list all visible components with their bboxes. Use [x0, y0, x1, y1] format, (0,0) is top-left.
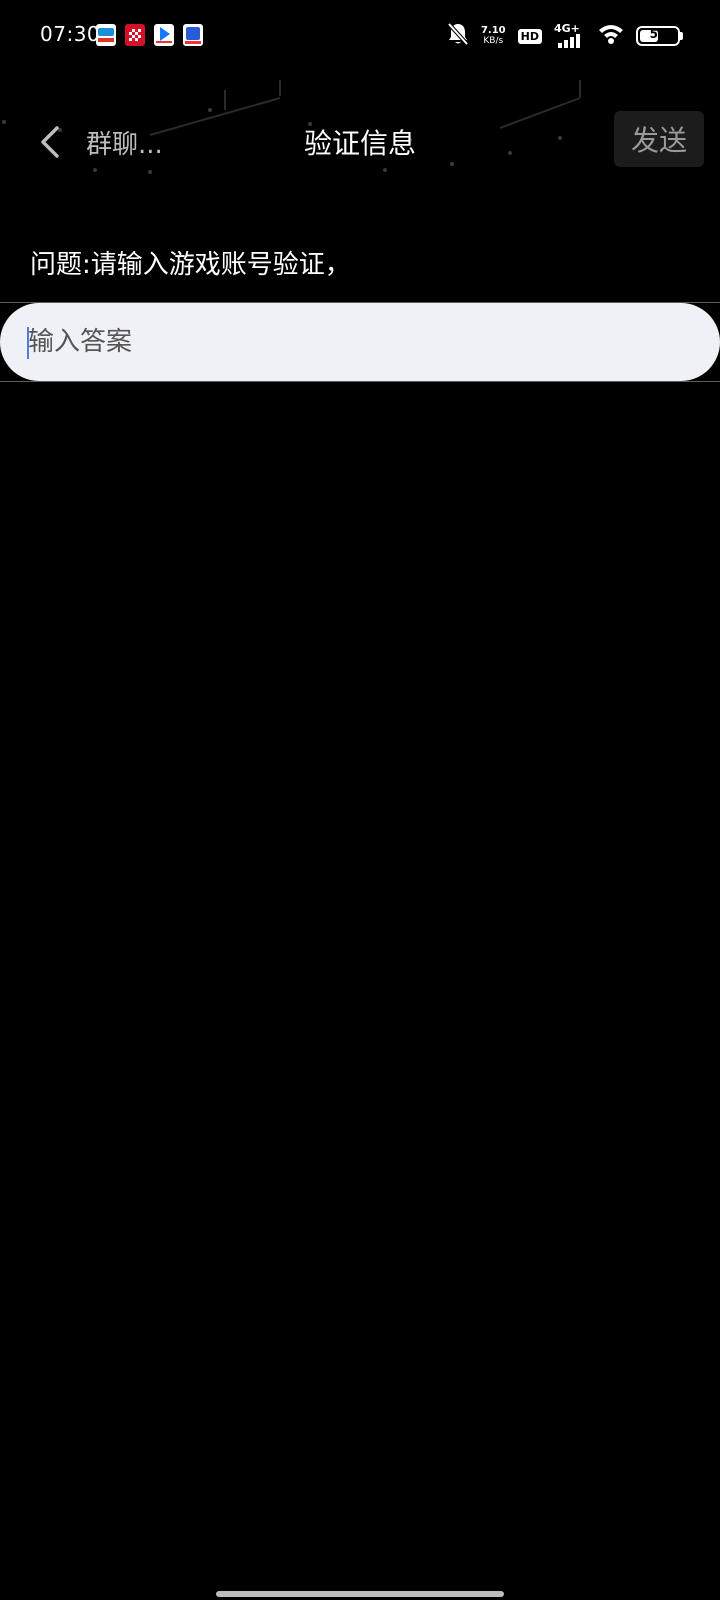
bell-off-icon — [447, 22, 469, 50]
status-indicators: 7.10 KB/s HD 4G+ 51 — [447, 22, 683, 50]
app-b-icon — [125, 24, 145, 46]
app-d-icon — [183, 24, 203, 46]
net-speed-unit: KB/s — [483, 36, 504, 46]
header-bar: 群聊... 验证信息 发送 — [0, 80, 720, 200]
network-speed: 7.10 KB/s — [480, 25, 506, 47]
net-speed-value: 7.10 — [480, 25, 506, 36]
answer-field-container — [0, 302, 720, 382]
notification-icons — [96, 24, 203, 46]
app-a-icon — [96, 24, 116, 46]
battery-level: 51 — [649, 27, 667, 41]
battery-icon: 51 — [636, 26, 683, 46]
wifi-icon — [598, 23, 624, 49]
screen: 07:30 7.10 KB/s HD 4G+ 51 群聊... 验证信息 发送 … — [0, 0, 720, 1600]
signal-bars-icon — [558, 34, 580, 48]
home-indicator[interactable] — [216, 1591, 504, 1597]
hd-badge: HD — [517, 28, 542, 44]
page-title: 验证信息 — [303, 127, 416, 160]
status-time: 07:30 — [40, 22, 101, 46]
question-text: 问题:请输入游戏账号验证， — [30, 250, 351, 280]
answer-input[interactable] — [0, 303, 720, 381]
cellular-signal: 4G+ — [554, 22, 586, 48]
app-c-icon — [154, 24, 174, 46]
status-bar: 07:30 7.10 KB/s HD 4G+ 51 — [0, 0, 720, 72]
text-caret — [27, 327, 29, 359]
send-button[interactable]: 发送 — [614, 111, 704, 167]
